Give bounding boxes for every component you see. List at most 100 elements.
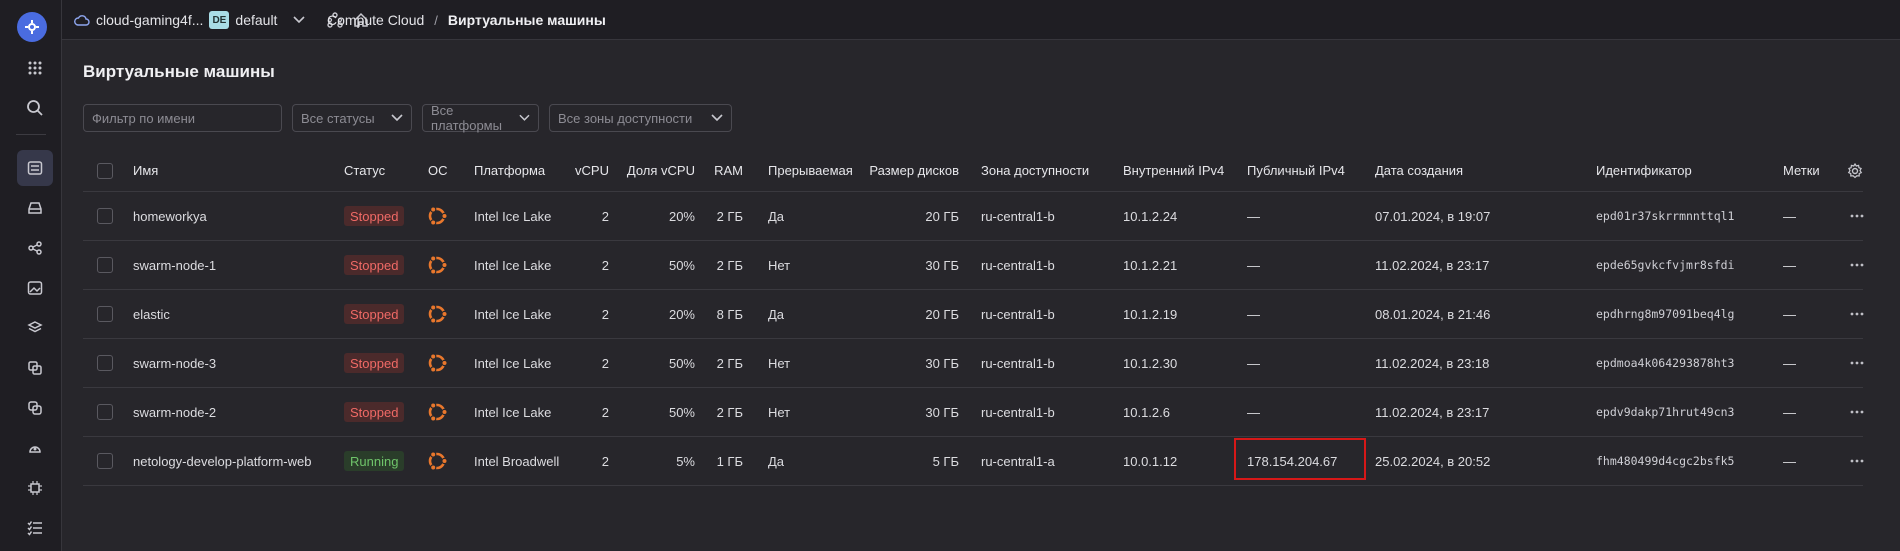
vm-status-cell: Stopped [344, 241, 405, 289]
col-vcpu-share[interactable]: Доля vCPU [615, 150, 695, 191]
ubuntu-icon [425, 192, 449, 240]
col-status[interactable]: Статус [344, 150, 385, 191]
search-icon[interactable] [17, 90, 53, 126]
row-checkbox[interactable] [97, 241, 113, 289]
table-row[interactable]: Running netology-develop-platform-web Inte… [83, 437, 1864, 486]
vm-ram: 1 ГБ [716, 453, 743, 469]
vm-vcpu-share: 50% [668, 355, 695, 371]
select-all-checkbox[interactable] [97, 150, 113, 191]
vm-name[interactable]: netology-develop-platform-web [133, 437, 311, 485]
vm-list-icon[interactable] [17, 150, 53, 186]
breadcrumb-compute-cloud[interactable]: Compute Cloud [327, 12, 424, 28]
ubuntu-icon [425, 290, 449, 338]
cloud-logo-icon[interactable] [17, 12, 47, 42]
instance-groups-icon[interactable] [17, 390, 53, 426]
vm-id: fhm480499d4cgc2bsfk5 [1596, 454, 1735, 468]
row-actions-menu-icon[interactable] [1850, 339, 1864, 387]
row-checkbox[interactable] [97, 388, 113, 436]
table-settings-gear-icon[interactable] [1847, 150, 1863, 191]
vm-platform: Intel Ice Lake [474, 257, 552, 273]
col-id[interactable]: Идентификатор [1596, 150, 1692, 191]
col-ram[interactable]: RAM [703, 150, 743, 191]
operations-list-icon[interactable] [17, 510, 53, 546]
col-name[interactable]: Имя [133, 150, 158, 191]
placement-icon[interactable] [17, 430, 53, 466]
vm-name[interactable]: swarm-node-2 [133, 388, 216, 436]
gpu-icon[interactable] [17, 470, 53, 506]
row-actions-menu-icon[interactable] [1850, 437, 1864, 485]
col-created[interactable]: Дата создания [1375, 150, 1463, 191]
platform-filter-select[interactable]: Все платформы [422, 103, 539, 133]
breadcrumb-separator: / [434, 12, 438, 28]
folder-badge: DE [209, 11, 230, 29]
vm-name[interactable]: elastic [133, 290, 170, 338]
breadcrumb: Compute Cloud / Виртуальные машины [327, 0, 606, 40]
vm-platform: Intel Broadwell [474, 453, 560, 469]
vm-zone: ru-central1-b [981, 208, 1055, 224]
image-icon[interactable] [17, 270, 53, 306]
table-row[interactable]: Stopped swarm-node-2 Intel Ice Lake 2 50% 2 Г… [83, 388, 1864, 437]
chevron-down-icon [391, 114, 403, 122]
col-disk-size[interactable]: Размер дисков [861, 150, 959, 191]
vm-public-ip: 178.154.204.67 [1247, 453, 1338, 469]
vm-vcpu: 2 [601, 306, 609, 322]
col-labels[interactable]: Метки [1783, 150, 1820, 191]
chevron-down-icon[interactable] [293, 16, 306, 24]
vm-labels: — [1783, 208, 1796, 224]
vm-ram: 2 ГБ [716, 208, 743, 224]
vm-created: 08.01.2024, в 21:46 [1375, 306, 1491, 322]
row-actions-menu-icon[interactable] [1850, 241, 1864, 289]
col-os[interactable]: ОС [428, 150, 448, 191]
table-row[interactable]: Stopped elastic Intel Ice Lake 2 20% 8 ГБ Да 20… [83, 290, 1864, 339]
network-icon[interactable] [17, 230, 53, 266]
table-row[interactable]: Stopped homeworkya Intel Ice Lake 2 20% 2 ГБ Д… [83, 192, 1864, 241]
row-checkbox[interactable] [97, 437, 113, 485]
row-checkbox[interactable] [97, 290, 113, 338]
vm-platform: Intel Ice Lake [474, 404, 552, 420]
vm-zone: ru-central1-b [981, 404, 1055, 420]
status-filter-select[interactable]: Все статусы [292, 104, 412, 132]
col-zone[interactable]: Зона доступности [981, 150, 1089, 191]
chevron-down-icon [711, 114, 723, 122]
vm-preemptible: Да [768, 453, 785, 469]
row-checkbox[interactable] [97, 192, 113, 240]
vm-labels: — [1783, 355, 1796, 371]
vm-internal-ip: 10.1.2.30 [1123, 355, 1178, 371]
name-filter-input[interactable] [83, 104, 282, 132]
table-body: Stopped homeworkya Intel Ice Lake 2 20% 2 ГБ Д… [83, 192, 1864, 486]
vm-created: 07.01.2024, в 19:07 [1375, 208, 1491, 224]
vm-preemptible: Нет [768, 257, 791, 273]
row-actions-menu-icon[interactable] [1850, 192, 1864, 240]
vm-preemptible: Да [768, 208, 785, 224]
table-row[interactable]: Stopped swarm-node-3 Intel Ice Lake 2 50% 2 Г… [83, 339, 1864, 388]
col-internal-ip[interactable]: Внутренний IPv4 [1123, 150, 1224, 191]
col-vcpu[interactable]: vCPU [561, 150, 609, 191]
vm-disk-size: 30 ГБ [925, 257, 959, 273]
ubuntu-icon [425, 241, 449, 289]
vm-name[interactable]: swarm-node-1 [133, 241, 216, 289]
col-platform[interactable]: Платформа [474, 150, 545, 191]
cloud-selector[interactable]: cloud-gaming4f... DE default [74, 0, 369, 40]
layers-icon[interactable] [17, 310, 53, 346]
left-nav-rail [0, 0, 62, 551]
vm-preemptible: Нет [768, 355, 791, 371]
vm-internal-ip: 10.0.1.12 [1123, 453, 1178, 469]
vm-name[interactable]: swarm-node-3 [133, 339, 216, 387]
ubuntu-icon [425, 437, 449, 485]
vm-disk-size: 30 ГБ [925, 404, 959, 420]
col-preemptible[interactable]: Прерываемая [768, 150, 853, 191]
vm-ram: 2 ГБ [716, 257, 743, 273]
row-actions-menu-icon[interactable] [1850, 388, 1864, 436]
main-content: Виртуальные машины Все статусы Все платф… [62, 40, 1900, 551]
vm-zone: ru-central1-b [981, 257, 1055, 273]
vm-public-ip: — [1247, 257, 1260, 273]
table-row[interactable]: Stopped swarm-node-1 Intel Ice Lake 2 50% 2 Г… [83, 241, 1864, 290]
row-checkbox[interactable] [97, 339, 113, 387]
col-public-ip[interactable]: Публичный IPv4 [1247, 150, 1345, 191]
vm-name[interactable]: homeworkya [133, 192, 207, 240]
services-grid-icon[interactable] [17, 50, 53, 86]
zone-filter-select[interactable]: Все зоны доступности [549, 104, 732, 132]
snapshot-icon[interactable] [17, 350, 53, 386]
disk-icon[interactable] [17, 190, 53, 226]
row-actions-menu-icon[interactable] [1850, 290, 1864, 338]
